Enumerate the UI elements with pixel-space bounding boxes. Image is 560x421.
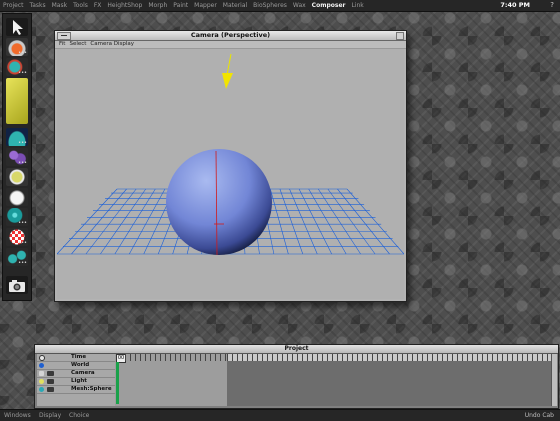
menu-mask[interactable]: Mask xyxy=(49,0,70,11)
help-button[interactable]: ? xyxy=(550,0,554,11)
purple-cluster-tool-icon[interactable]: ••• xyxy=(6,148,28,166)
project-panel: Project Time World Camera Light Mesh:Sph… xyxy=(34,344,559,409)
perspective-viewport[interactable] xyxy=(56,49,405,299)
undo-cab-label[interactable]: Undo Cab xyxy=(525,410,554,421)
timeline-tracks[interactable] xyxy=(227,354,553,406)
tool-palette: ••• ••• ••• ••• ••• ••• ••• xyxy=(2,13,32,301)
menu-link[interactable]: Link xyxy=(348,0,366,11)
arrow-pointer-icon xyxy=(13,20,23,35)
camera-window-title: Camera (Perspective) xyxy=(190,31,271,39)
menu-morph[interactable]: Morph xyxy=(145,0,170,11)
grid-line-v xyxy=(270,188,289,255)
grid-line-v xyxy=(100,188,146,255)
grid-line-v xyxy=(129,188,166,255)
menu-wax[interactable]: Wax xyxy=(290,0,309,11)
menu-paint[interactable]: Paint xyxy=(170,0,191,11)
clock: 7:40 PM xyxy=(500,1,530,9)
teal-blob-tool-icon[interactable]: ••• xyxy=(6,58,28,76)
camera-icon xyxy=(9,280,25,292)
grid-line-v xyxy=(114,188,156,255)
keyframe-marker-bar xyxy=(116,362,119,404)
menu-tools[interactable]: Tools xyxy=(70,0,91,11)
bottom-choice[interactable]: Choice xyxy=(69,410,89,421)
grid-line-v xyxy=(308,188,347,255)
world-icon xyxy=(39,363,44,368)
grid-line-v xyxy=(56,188,118,255)
camera-window: Camera (Perspective) Fit Select Camera D… xyxy=(54,30,407,302)
grid-line-v xyxy=(298,188,332,255)
teal-cluster-tool-icon[interactable]: ••• xyxy=(6,248,28,266)
top-menu-bar: Project Tasks Mask Tools FX HeightShop Morph Pa… xyxy=(0,0,560,12)
clock-icon xyxy=(39,355,45,361)
vertical-scrollbar[interactable] xyxy=(551,354,557,406)
menu-material[interactable]: Material xyxy=(220,0,250,11)
camera-tool[interactable] xyxy=(6,276,28,294)
teal-mound-tool-icon[interactable]: ••• xyxy=(6,128,28,146)
red-checker-tool-icon[interactable]: ••• xyxy=(6,228,28,246)
menu-select[interactable]: Select xyxy=(67,41,88,48)
timeline-ruler xyxy=(227,354,553,361)
mesh-visibility-icon[interactable] xyxy=(47,387,54,392)
white-sphere-tool-icon[interactable] xyxy=(6,188,28,206)
grid-line-v xyxy=(289,188,318,255)
bottom-bar: Windows Display Choice Undo Cab xyxy=(0,409,560,421)
bottom-display[interactable]: Display xyxy=(39,410,61,421)
window-zoom-box[interactable] xyxy=(396,32,404,40)
mesh-icon xyxy=(39,387,44,392)
grid-line-v xyxy=(317,188,361,255)
scene-render xyxy=(56,53,405,256)
yellow-tile-tool-icon[interactable] xyxy=(6,78,28,124)
teal-sphere-tool-icon[interactable]: ••• xyxy=(6,208,28,226)
timeline-column: 00 xyxy=(115,354,227,406)
menu-composer[interactable]: Composer xyxy=(309,0,349,11)
grid-line-v xyxy=(337,188,390,255)
grid-line-v xyxy=(346,188,405,255)
bottom-windows[interactable]: Windows xyxy=(4,410,31,421)
project-title[interactable]: Project xyxy=(35,345,558,354)
menu-camera-display[interactable]: Camera Display xyxy=(88,41,136,48)
menu-fx[interactable]: FX xyxy=(91,0,105,11)
grid-line-v xyxy=(85,188,137,255)
camera-window-titlebar[interactable]: Camera (Perspective) xyxy=(55,31,406,41)
saucer-tool-icon[interactable]: ••• xyxy=(6,38,28,56)
window-close-box[interactable] xyxy=(57,32,71,40)
menu-project[interactable]: Project xyxy=(0,0,27,11)
menu-heightshop[interactable]: HeightShop xyxy=(104,0,145,11)
grid-line-v xyxy=(327,188,376,255)
light-arrow-icon[interactable] xyxy=(222,73,233,89)
menu-tasks[interactable]: Tasks xyxy=(27,0,49,11)
camera-window-menu: Fit Select Camera Display xyxy=(55,41,406,49)
light-visibility-icon[interactable] xyxy=(47,379,54,384)
camera-visibility-icon[interactable] xyxy=(47,371,54,376)
camera-row-icon xyxy=(39,371,44,376)
light-direction-line xyxy=(226,53,232,76)
grid-line-v xyxy=(279,188,304,255)
grid-line-v xyxy=(71,188,127,255)
menu-biospheres[interactable]: BioSpheres xyxy=(250,0,290,11)
timeline-ruler-left xyxy=(125,354,227,361)
light-icon xyxy=(39,379,44,384)
yellow-ring-tool-icon[interactable] xyxy=(6,168,28,186)
menu-fit[interactable]: Fit xyxy=(57,41,67,48)
mesh-sphere[interactable] xyxy=(166,149,272,255)
menu-mapper[interactable]: Mapper xyxy=(191,0,220,11)
pointer-tool[interactable] xyxy=(6,18,28,36)
